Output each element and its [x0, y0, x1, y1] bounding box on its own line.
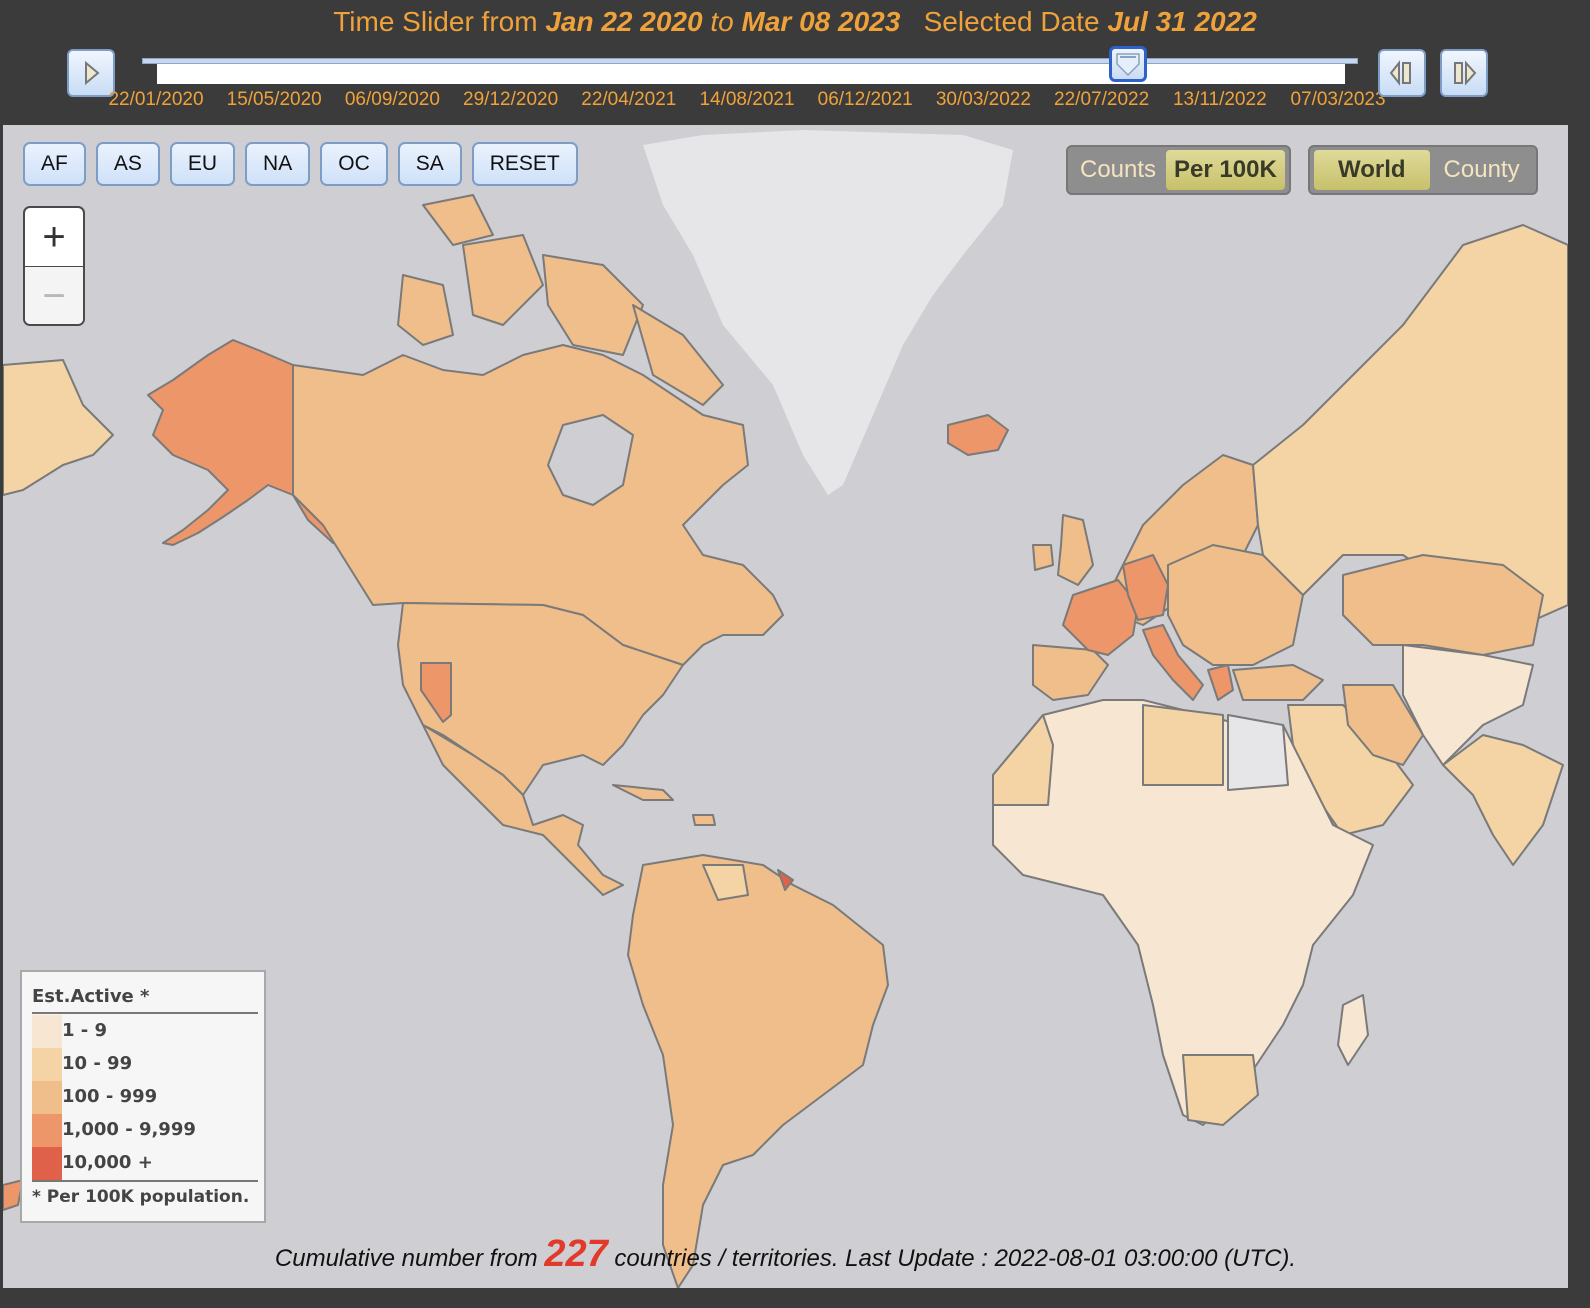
step-forward-icon [1454, 60, 1477, 86]
slider-handle[interactable] [1108, 46, 1147, 82]
legend-item: 10 - 99 [32, 1048, 258, 1081]
toggle-world[interactable]: World [1314, 150, 1430, 190]
slider-tick-label: 06/09/2020 [344, 89, 440, 110]
region-turkey[interactable] [1232, 664, 1324, 701]
reset-button[interactable]: RESET [471, 142, 578, 186]
legend-label: 1 - 9 [62, 1020, 108, 1041]
toggle-per-100k[interactable]: Per 100K [1166, 150, 1285, 190]
selected-date: Jul 31 2022 [1107, 6, 1257, 37]
zoom-control: + − [23, 206, 85, 326]
region-button-eu[interactable]: EU [169, 142, 236, 186]
region-button-oc[interactable]: OC [320, 142, 388, 186]
slider-tick-label: 06/12/2021 [817, 89, 913, 110]
region-button-na[interactable]: NA [245, 142, 311, 186]
legend-swatch [32, 1114, 62, 1147]
region-uk[interactable] [1057, 514, 1094, 586]
region-south-america[interactable] [627, 854, 889, 1288]
legend-label: 10,000 + [62, 1152, 153, 1173]
region-button-as[interactable]: AS [95, 142, 160, 186]
legend-title: Est.Active * [32, 986, 150, 1007]
status-footer: Cumulative number from 227 countries / t… [274, 1233, 1297, 1275]
legend-swatch [32, 1081, 62, 1114]
region-iceland[interactable] [947, 414, 1009, 456]
slider-tick-labels: 22/01/2020 15/05/2020 06/09/2020 29/12/2020… [100, 89, 1400, 111]
step-forward-button[interactable] [1440, 49, 1488, 97]
metric-toggle: Counts Per 100K [1066, 145, 1291, 195]
region-madagascar[interactable] [1337, 994, 1369, 1066]
region-ireland[interactable] [1032, 544, 1054, 571]
country-count: 227 [544, 1233, 608, 1275]
slider-tick-label: 22/04/2021 [581, 89, 677, 110]
region-libya-egypt[interactable] [1142, 704, 1224, 786]
toggle-county[interactable]: County [1432, 150, 1532, 190]
slider-tick-label: 13/11/2022 [1172, 89, 1267, 110]
legend: Est.Active * 1 - 9 10 - 99 100 - 999 1,000 … [20, 970, 266, 1223]
region-southern-africa[interactable] [1182, 1054, 1259, 1126]
legend-note: * Per 100K population. [32, 1187, 250, 1207]
legend-swatch [32, 1015, 62, 1048]
legend-swatch [32, 1048, 62, 1081]
region-india[interactable] [1442, 734, 1564, 866]
legend-item: 10,000 + [32, 1147, 258, 1180]
legend-item: 1 - 9 [32, 1015, 258, 1048]
step-back-icon [1389, 60, 1411, 86]
legend-label: 10 - 99 [62, 1053, 133, 1074]
slider-tick-label: 07/03/2023 [1290, 89, 1386, 110]
play-icon [85, 60, 100, 86]
legend-label: 100 - 999 [62, 1086, 158, 1107]
slider-tick-label: 14/08/2021 [699, 89, 795, 110]
slider-track-fill [157, 64, 1345, 84]
region-greece[interactable] [1207, 664, 1234, 701]
slider-tick-label: 22/07/2022 [1054, 89, 1150, 110]
legend-divider [32, 1180, 258, 1182]
legend-item: 1,000 - 9,999 [32, 1114, 258, 1147]
end-date: Mar 08 2023 [741, 6, 901, 37]
map-canvas[interactable]: AF AS EU NA OC SA RESET + − Counts Per 1… [3, 125, 1568, 1288]
time-slider-bar: Time Slider from Jan 22 2020 to Mar 08 2… [0, 0, 1590, 125]
start-date: Jan 22 2020 [545, 6, 703, 37]
zoom-out-button[interactable]: − [25, 267, 83, 324]
region-iberia[interactable] [1032, 644, 1109, 701]
slider-tick-label: 29/12/2020 [463, 89, 559, 110]
legend-item: 100 - 999 [32, 1081, 258, 1114]
time-slider-title: Time Slider from Jan 22 2020 to Mar 08 2… [333, 6, 1257, 37]
slider-tick-label: 15/05/2020 [226, 89, 322, 110]
zoom-in-button[interactable]: + [25, 208, 83, 268]
slider-tick-label: 22/01/2020 [108, 89, 204, 110]
region-western-sahara[interactable] [992, 714, 1054, 806]
step-back-button[interactable] [1378, 49, 1426, 97]
legend-swatch [32, 1147, 62, 1180]
scope-toggle: World County [1308, 145, 1538, 195]
region-button-sa[interactable]: SA [397, 142, 462, 186]
region-button-af[interactable]: AF [23, 142, 86, 186]
handle-arrow-icon [1115, 53, 1140, 77]
toggle-counts[interactable]: Counts [1072, 150, 1164, 190]
legend-label: 1,000 - 9,999 [62, 1119, 196, 1140]
slider-tick-label: 30/03/2022 [935, 89, 1031, 110]
legend-divider [32, 1012, 258, 1014]
continent-buttons: AF AS EU NA OC SA RESET [23, 142, 578, 186]
